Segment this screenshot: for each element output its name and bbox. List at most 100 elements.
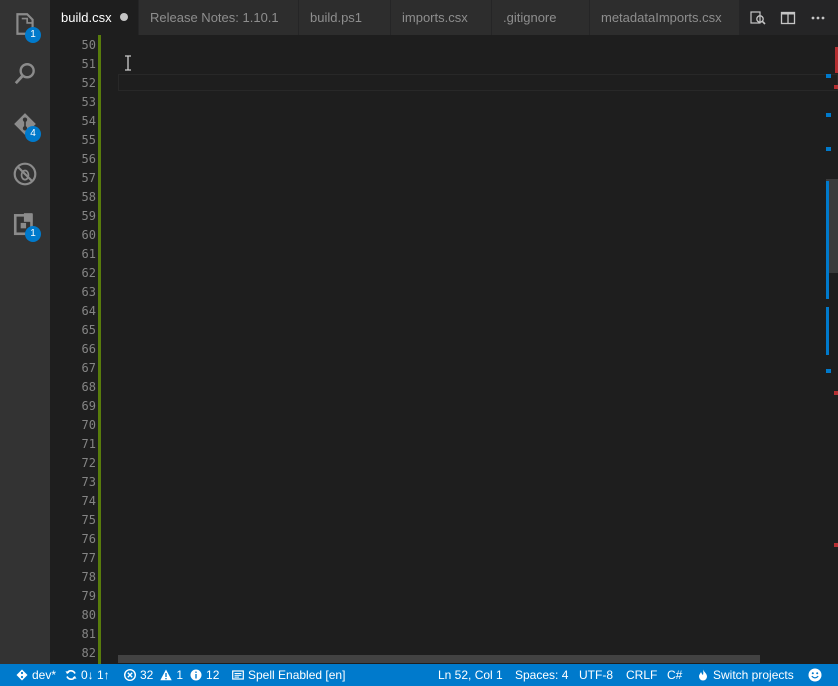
encoding-setting[interactable]: UTF-8 bbox=[579, 664, 613, 686]
error-marker bbox=[834, 85, 838, 89]
current-line-highlight bbox=[118, 74, 838, 91]
line-number-gutter: 50 51 52 53 54 55 56 57 58 59 60 61 62 63 64 65 66 67 68 69… bbox=[50, 35, 96, 664]
line-number: 53 bbox=[81, 95, 96, 109]
line-number: 77 bbox=[81, 551, 96, 565]
line-number: 78 bbox=[81, 570, 96, 584]
branch-indicator[interactable]: dev* bbox=[16, 664, 56, 686]
spell-status-text: Spell Enabled [en] bbox=[248, 668, 346, 682]
tab-gitignore[interactable]: .gitignore bbox=[492, 0, 589, 35]
indentation-setting[interactable]: Spaces: 4 bbox=[515, 664, 568, 686]
line-number: 69 bbox=[81, 399, 96, 413]
dirty-dot-icon[interactable] bbox=[120, 13, 128, 21]
extensions-button[interactable]: 1 bbox=[0, 204, 50, 244]
line-number: 74 bbox=[81, 494, 96, 508]
switch-projects-label: Switch projects bbox=[713, 668, 794, 682]
error-marker bbox=[834, 391, 838, 395]
line-ending-setting[interactable]: CRLF bbox=[626, 664, 657, 686]
feedback-button[interactable] bbox=[808, 664, 826, 686]
line-number: 80 bbox=[81, 608, 96, 622]
tab-build-ps1[interactable]: build.ps1 bbox=[299, 0, 390, 35]
sync-indicator[interactable]: 0↓ 1↑ bbox=[65, 664, 110, 686]
sync-status: 0↓ 1↑ bbox=[81, 668, 110, 682]
debug-icon bbox=[13, 162, 37, 186]
line-number: 67 bbox=[81, 361, 96, 375]
branch-name: dev* bbox=[32, 668, 57, 682]
line-number: 71 bbox=[81, 437, 96, 451]
line-number: 70 bbox=[81, 418, 96, 432]
spell-checker-status[interactable]: Spell Enabled [en] bbox=[232, 664, 345, 686]
line-number: 72 bbox=[81, 456, 96, 470]
line-number: 55 bbox=[81, 133, 96, 147]
line-number: 68 bbox=[81, 380, 96, 394]
line-number: 60 bbox=[81, 228, 96, 242]
search-icon bbox=[14, 63, 35, 85]
cursor-position[interactable]: Ln 52, Col 1 bbox=[438, 664, 503, 686]
tab-label: Release Notes: 1.10.1 bbox=[150, 10, 279, 25]
problems-indicator[interactable]: 32 1 12 bbox=[124, 664, 219, 686]
line-number: 56 bbox=[81, 152, 96, 166]
switch-projects-button[interactable]: Switch projects bbox=[697, 664, 794, 686]
sync-icon bbox=[65, 670, 77, 680]
error-count: 32 bbox=[140, 668, 154, 682]
editor-actions bbox=[739, 0, 829, 35]
line-number: 65 bbox=[81, 323, 96, 337]
info-marker bbox=[826, 74, 831, 78]
explorer-button[interactable]: 1 bbox=[0, 4, 50, 44]
git-badge: 4 bbox=[25, 126, 41, 142]
tab-label: build.ps1 bbox=[310, 10, 363, 25]
search-button[interactable] bbox=[0, 54, 50, 94]
flame-icon bbox=[699, 669, 707, 681]
extensions-badge: 1 bbox=[25, 226, 41, 242]
tab-label: build.csx bbox=[61, 10, 112, 25]
line-number: 79 bbox=[81, 589, 96, 603]
line-number: 64 bbox=[81, 304, 96, 318]
line-number: 75 bbox=[81, 513, 96, 527]
line-number: 66 bbox=[81, 342, 96, 356]
warning-icon bbox=[160, 669, 173, 681]
editor[interactable]: 50 51 52 53 54 55 56 57 58 59 60 61 62 63 64 65 66 67 68 69… bbox=[50, 35, 838, 664]
explorer-badge: 1 bbox=[25, 27, 41, 43]
error-marker bbox=[834, 543, 838, 547]
status-bar: dev* 0↓ 1↑ 32 1 12 Spell Enabled [en] Ln… bbox=[0, 664, 838, 686]
debug-button[interactable] bbox=[0, 154, 50, 194]
git-branch-icon bbox=[16, 669, 28, 681]
text-cursor-icon bbox=[125, 55, 131, 71]
line-number: 59 bbox=[81, 209, 96, 223]
line-number: 57 bbox=[81, 171, 96, 185]
tab-release-notes[interactable]: Release Notes: 1.10.1 bbox=[139, 0, 298, 35]
info-marker bbox=[826, 307, 829, 355]
split-editor-button[interactable] bbox=[777, 7, 799, 29]
line-number: 52 bbox=[81, 76, 96, 90]
tab-label: imports.csx bbox=[402, 10, 468, 25]
smiley-icon bbox=[808, 668, 822, 682]
line-number: 51 bbox=[81, 57, 96, 71]
line-number: 61 bbox=[81, 247, 96, 261]
source-control-button[interactable]: 4 bbox=[0, 104, 50, 144]
line-number: 82 bbox=[81, 646, 96, 660]
info-icon bbox=[190, 669, 202, 681]
horizontal-scrollbar[interactable] bbox=[118, 655, 760, 663]
tab-label: metadataImports.csx bbox=[601, 10, 722, 25]
line-number: 73 bbox=[81, 475, 96, 489]
split-editor-icon bbox=[780, 11, 796, 24]
line-number: 54 bbox=[81, 114, 96, 128]
more-actions-button[interactable] bbox=[807, 7, 829, 29]
tab-imports-csx[interactable]: imports.csx bbox=[391, 0, 491, 35]
more-icon bbox=[811, 16, 825, 19]
error-icon bbox=[124, 669, 136, 681]
tab-bar: build.csx Release Notes: 1.10.1 build.ps… bbox=[50, 0, 838, 35]
info-count: 12 bbox=[206, 668, 220, 682]
line-number: 63 bbox=[81, 285, 96, 299]
line-number: 76 bbox=[81, 532, 96, 546]
language-mode[interactable]: C# bbox=[667, 664, 682, 686]
line-number: 81 bbox=[81, 627, 96, 641]
tab-metadata-imports[interactable]: metadataImports.csx bbox=[590, 0, 739, 35]
open-changes-button[interactable] bbox=[747, 7, 769, 29]
line-number: 50 bbox=[81, 38, 96, 52]
info-marker bbox=[826, 113, 831, 117]
activity-bar: 1 4 1 bbox=[0, 0, 50, 664]
tab-build-csx[interactable]: build.csx bbox=[50, 0, 138, 35]
line-number: 62 bbox=[81, 266, 96, 280]
tab-label: .gitignore bbox=[503, 10, 557, 25]
open-changes-icon bbox=[750, 10, 766, 25]
